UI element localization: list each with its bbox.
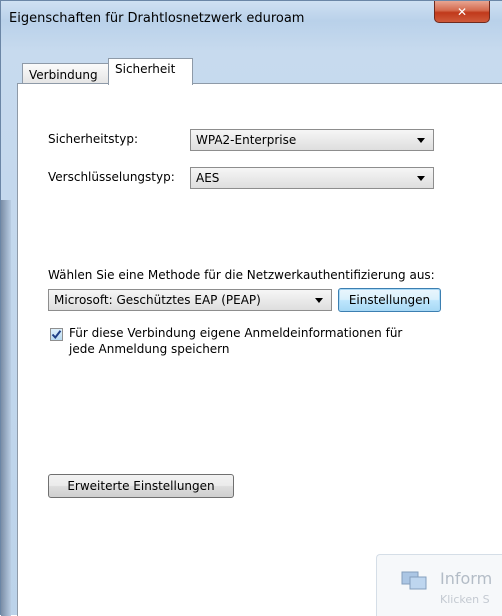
remember-credentials-checkbox[interactable] xyxy=(50,328,63,341)
network-icon xyxy=(401,571,427,590)
checkmark-icon xyxy=(51,330,62,340)
auth-settings-button[interactable]: Einstellungen xyxy=(338,288,441,312)
auth-method-select[interactable]: Microsoft: Geschütztes EAP (PEAP) xyxy=(48,289,332,311)
encryption-type-label: Verschlüsselungstyp: xyxy=(48,170,175,184)
advanced-settings-button[interactable]: Erweiterte Einstellungen xyxy=(48,474,234,498)
tab-sicherheit[interactable]: Sicherheit xyxy=(108,58,193,85)
auth-method-value: Microsoft: Geschütztes EAP (PEAP) xyxy=(54,293,261,307)
security-type-label-text: Sicherheitstyp: xyxy=(48,132,139,146)
chevron-down-icon xyxy=(417,176,425,181)
remember-credentials-label-line1: Für diese Verbindung eigene Anmeldeinfor… xyxy=(69,326,403,340)
properties-dialog: Eigenschaften für Drahtlosnetzwerk eduro… xyxy=(0,0,502,616)
encryption-type-value: AES xyxy=(196,171,220,185)
security-type-label: Sicherheitstyp: xyxy=(48,132,138,146)
tab-verbindung[interactable]: Verbindung xyxy=(22,63,109,85)
security-type-value: WPA2-Enterprise xyxy=(196,133,297,147)
remember-credentials-label-line2: jede Anmeldung speichern xyxy=(69,342,230,356)
notification-balloon[interactable]: Inform Klicken S xyxy=(376,554,502,616)
close-icon: ✕ xyxy=(456,4,468,19)
tab-label: Sicherheit xyxy=(115,62,176,76)
encryption-type-select[interactable]: AES xyxy=(190,167,434,189)
advanced-settings-label: Erweiterte Einstellungen xyxy=(67,479,215,493)
notification-title: Inform xyxy=(440,569,493,588)
close-button[interactable]: ✕ xyxy=(434,1,490,23)
chevron-down-icon xyxy=(315,298,323,303)
background-window-edge xyxy=(1,200,11,616)
notification-subtitle: Klicken S xyxy=(440,593,490,606)
encryption-type-label-text: Verschlüsselungstyp: xyxy=(48,170,175,184)
tab-label: Verbindung xyxy=(29,68,98,82)
auth-method-prompt: Wählen Sie eine Methode für die Netzwerk… xyxy=(48,268,435,282)
security-type-select[interactable]: WPA2-Enterprise xyxy=(190,129,434,151)
chevron-down-icon xyxy=(417,138,425,143)
auth-settings-label: Einstellungen xyxy=(348,293,431,307)
window-title: Eigenschaften für Drahtlosnetzwerk eduro… xyxy=(9,11,305,26)
